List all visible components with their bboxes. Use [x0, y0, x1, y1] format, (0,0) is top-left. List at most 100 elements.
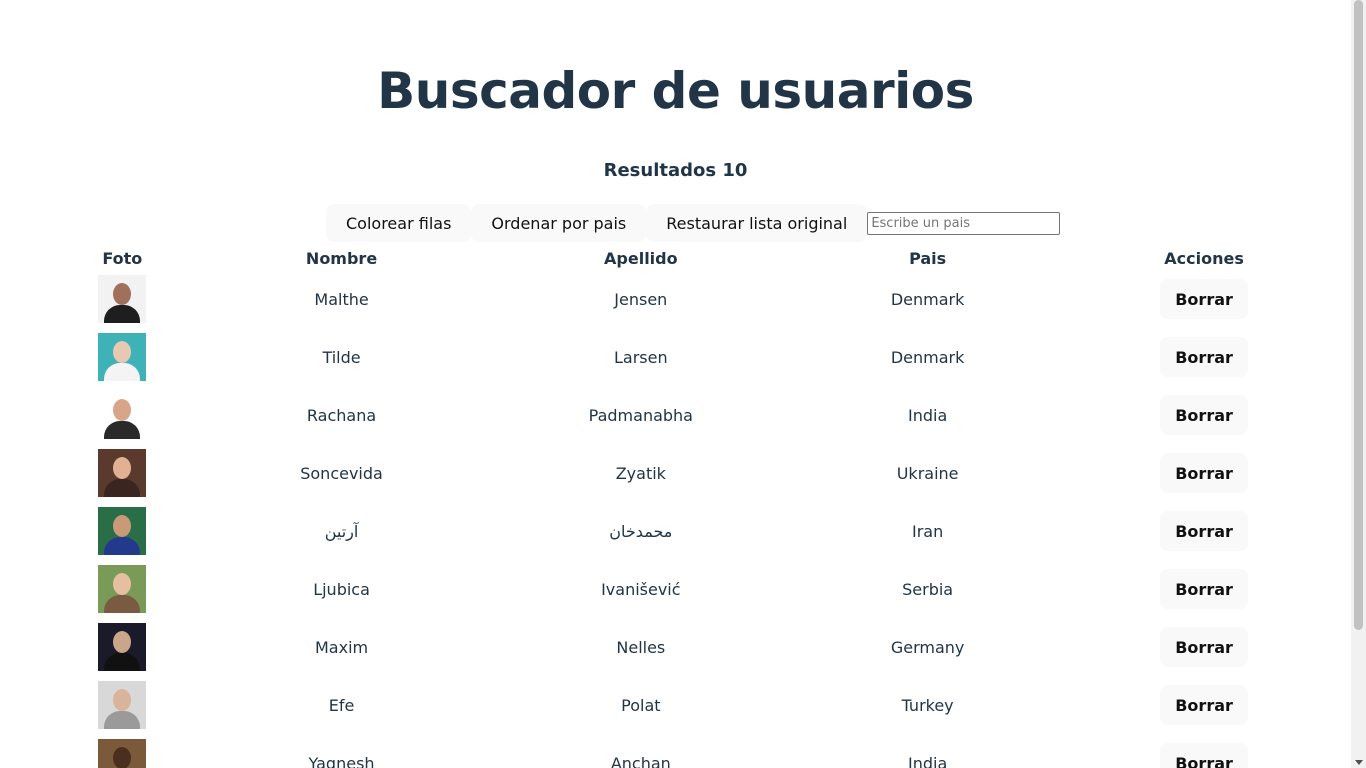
last-name-cell: Anchan [610, 753, 671, 768]
country-cell: India [907, 405, 948, 425]
actions-cell: Borrar [1100, 270, 1308, 328]
table-row: Tilde Larsen Denmark Borrar [88, 328, 1308, 386]
user-photo [98, 739, 147, 768]
last-name-cell: Jensen [614, 289, 668, 309]
country-cell: Germany [890, 637, 965, 657]
actions-cell: Borrar [1100, 444, 1308, 502]
photo-head [113, 341, 132, 363]
delete-button[interactable]: Borrar [1160, 279, 1249, 319]
first-name-cell: Efe [328, 695, 355, 715]
country-cell: Turkey [901, 695, 954, 715]
photo-cell [88, 560, 157, 618]
table-row: Ljubica Ivanišević Serbia Borrar [88, 560, 1308, 618]
user-photo [98, 391, 147, 439]
photo-cell [88, 386, 157, 444]
table-row: Soncevida Zyatik Ukraine Borrar [88, 444, 1308, 502]
last-name-cell: Zyatik [615, 463, 666, 483]
page-title: Buscador de usuarios [377, 62, 974, 120]
first-name-cell: Maxim [314, 637, 369, 657]
user-photo [98, 507, 147, 555]
table-row: آرتین محمدخان Iran Borrar [88, 502, 1308, 560]
country-cell: Denmark [890, 347, 965, 367]
table-row: Malthe Jensen Denmark Borrar [88, 270, 1308, 328]
header-nombre: Nombre [305, 248, 378, 268]
table-header-row: Foto Nombre Apellido Pais Acciones [88, 246, 1308, 270]
table-body: Malthe Jensen Denmark Borrar Tilde Larsen Denm… [88, 270, 1308, 768]
header-foto: Foto [102, 248, 143, 268]
delete-button[interactable]: Borrar [1160, 685, 1249, 725]
users-table: Foto Nombre Apellido Pais Acciones Malth… [88, 246, 1308, 768]
table-row: Yagnesh Anchan India Borrar [88, 734, 1308, 768]
sort-by-country-button[interactable]: Ordenar por pais [471, 204, 647, 242]
delete-button[interactable]: Borrar [1160, 511, 1249, 551]
photo-head [113, 457, 132, 479]
photo-head [113, 283, 132, 305]
photo-body [104, 653, 141, 671]
photo-body [104, 363, 141, 381]
photo-cell [88, 618, 157, 676]
actions-cell: Borrar [1100, 328, 1308, 386]
header-acciones: Acciones [1164, 248, 1244, 268]
actions-cell: Borrar [1100, 676, 1308, 734]
photo-body [104, 305, 141, 323]
first-name-cell: Ljubica [313, 579, 370, 599]
photo-head [113, 747, 132, 768]
photo-body [104, 479, 141, 497]
delete-button[interactable]: Borrar [1160, 743, 1249, 768]
photo-body [104, 595, 141, 613]
photo-head [113, 515, 132, 537]
actions-cell: Borrar [1100, 618, 1308, 676]
last-name-cell: Padmanabha [588, 405, 693, 425]
delete-button[interactable]: Borrar [1160, 395, 1249, 435]
scrollbar-thumb[interactable] [1354, 0, 1363, 630]
user-photo [98, 333, 147, 381]
first-name-cell: Malthe [314, 289, 369, 309]
scroll-down-arrow-icon[interactable] [1355, 760, 1363, 765]
delete-button[interactable]: Borrar [1160, 337, 1249, 377]
last-name-cell: محمدخان [609, 521, 673, 541]
last-name-cell: Polat [621, 695, 661, 715]
country-filter-input[interactable] [867, 211, 1061, 235]
delete-button[interactable]: Borrar [1160, 569, 1249, 609]
photo-head [113, 631, 132, 653]
first-name-cell: Tilde [322, 347, 361, 367]
actions-cell: Borrar [1100, 560, 1308, 618]
actions-cell: Borrar [1100, 502, 1308, 560]
color-rows-button[interactable]: Colorear filas [326, 204, 472, 242]
delete-button[interactable]: Borrar [1160, 627, 1249, 667]
last-name-cell: Ivanišević [601, 579, 681, 599]
photo-body [104, 711, 141, 729]
page: Buscador de usuarios Resultados 10 Color… [0, 0, 1351, 768]
results-count: Resultados 10 [603, 160, 748, 181]
table-row: Efe Polat Turkey Borrar [88, 676, 1308, 734]
country-cell: India [907, 753, 948, 768]
first-name-cell: آرتین [324, 521, 359, 541]
user-photo [98, 681, 147, 729]
header-pais: Pais [909, 248, 947, 268]
last-name-cell: Larsen [614, 347, 668, 367]
country-cell: Ukraine [896, 463, 959, 483]
vertical-scrollbar[interactable] [1351, 0, 1366, 768]
delete-button[interactable]: Borrar [1160, 453, 1249, 493]
restore-list-button[interactable]: Restaurar lista original [646, 204, 868, 242]
user-photo [98, 565, 147, 613]
header-apellido: Apellido [604, 248, 678, 268]
user-photo [98, 275, 147, 323]
photo-cell [88, 502, 157, 560]
photo-head [113, 399, 132, 421]
country-cell: Denmark [890, 289, 965, 309]
photo-cell [88, 734, 157, 768]
photo-cell [88, 270, 157, 328]
photo-cell [88, 328, 157, 386]
actions-cell: Borrar [1100, 386, 1308, 444]
first-name-cell: Rachana [306, 405, 377, 425]
photo-body [104, 537, 141, 555]
table-row: Rachana Padmanabha India Borrar [88, 386, 1308, 444]
toolbar: Colorear filas Ordenar por pais Restaura… [326, 204, 1061, 242]
country-cell: Iran [912, 521, 944, 541]
last-name-cell: Nelles [616, 637, 666, 657]
photo-cell [88, 444, 157, 502]
photo-head [113, 689, 132, 711]
photo-head [113, 573, 132, 595]
actions-cell: Borrar [1100, 734, 1308, 768]
